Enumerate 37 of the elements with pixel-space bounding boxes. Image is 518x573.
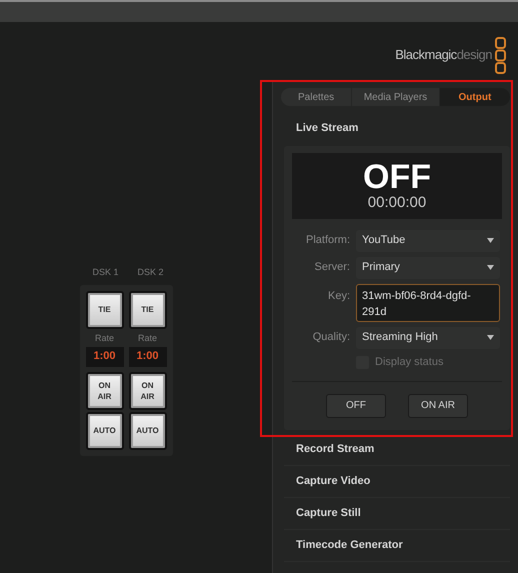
field-label: Quality:: [312, 330, 350, 346]
status-text: OFF: [363, 160, 431, 194]
logo-text: Blackmagicdesign: [395, 46, 492, 64]
section-header[interactable]: Capture Video: [284, 466, 510, 498]
tab[interactable]: Palettes: [281, 88, 352, 106]
tab[interactable]: Output: [440, 88, 510, 106]
stream-button[interactable]: OFF: [326, 394, 386, 418]
on-air-button[interactable]: ON AIR: [86, 372, 124, 410]
timer-text: 00:00:00: [368, 194, 426, 212]
stream-button[interactable]: ON AIR: [408, 394, 468, 418]
input-field[interactable]: 31wm-bf06-8rd4-dgfd-291d: [356, 284, 500, 322]
caret-icon: [487, 335, 494, 340]
logo-icon: [495, 36, 506, 74]
dsk-label: DSK 2: [136, 266, 164, 279]
tie-button[interactable]: TIE: [128, 290, 166, 328]
dsk-label: DSK 1: [91, 266, 120, 279]
rate-label: Rate: [94, 332, 114, 344]
field-label: Platform:: [304, 233, 350, 248]
checkbox-label: Display status: [375, 355, 444, 370]
auto-button[interactable]: AUTO: [128, 412, 166, 450]
caret-icon: [487, 265, 494, 270]
section-header[interactable]: Record Stream: [284, 434, 510, 466]
dropdown[interactable]: Streaming High: [356, 326, 500, 348]
tie-button[interactable]: TIE: [86, 290, 124, 328]
caret-icon: [487, 238, 494, 243]
rate-label: Rate: [138, 332, 157, 344]
field-label: Key:: [326, 288, 350, 304]
section-title: Live Stream: [296, 121, 360, 136]
section-header[interactable]: Capture Still: [284, 498, 510, 530]
rate-display: 1:00: [128, 346, 166, 366]
section-header[interactable]: Timecode Generator: [284, 530, 510, 562]
rate-display: 1:00: [86, 346, 124, 366]
on-air-button[interactable]: ON AIR: [128, 372, 166, 410]
field-label: Server:: [314, 260, 350, 276]
dropdown[interactable]: Primary: [356, 256, 500, 278]
auto-button[interactable]: AUTO: [86, 412, 124, 450]
dropdown[interactable]: YouTube: [356, 230, 500, 252]
